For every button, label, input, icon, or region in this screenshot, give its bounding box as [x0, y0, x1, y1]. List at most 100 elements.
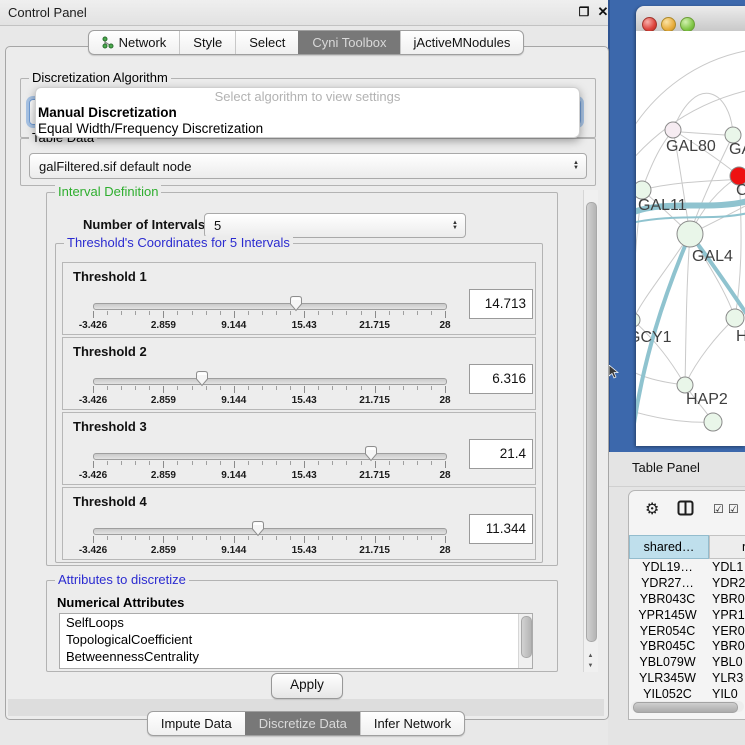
- algorithm-option-equal-width[interactable]: Equal Width/Frequency Discretization: [36, 121, 579, 137]
- threshold-panel-4: Threshold 4-3.4262.8599.14415.4321.71528…: [62, 487, 536, 560]
- tick-label: 15.43: [292, 320, 317, 331]
- threshold-label: Threshold 1: [73, 269, 147, 284]
- tab-jactivemnodules[interactable]: jActiveMNodules: [400, 31, 524, 54]
- table-row[interactable]: YBR043CYBR0: [629, 591, 745, 607]
- settings-scrollbar-thumb[interactable]: [586, 202, 597, 642]
- control-panel-titlebar: Control Panel ❐ ✕: [0, 0, 612, 26]
- network-node-gal4[interactable]: [677, 221, 703, 247]
- table-row[interactable]: YDR27…YDR2: [629, 575, 745, 591]
- network-edge[interactable]: [685, 318, 735, 385]
- table-cell: YBR0: [706, 591, 745, 607]
- apply-button[interactable]: Apply: [271, 673, 343, 699]
- algorithm-dropdown-popup: Select algorithm to view settings Manual…: [35, 87, 580, 138]
- tick-label: 15.43: [292, 470, 317, 481]
- table-panel-header: Table Panel: [608, 452, 745, 487]
- numerical-attributes-list[interactable]: SelfLoopsTopologicalCoefficientBetweenne…: [59, 613, 533, 669]
- tab-impute-data[interactable]: Impute Data: [148, 712, 245, 735]
- zoom-traffic-light-icon[interactable]: [680, 17, 695, 32]
- slider-track[interactable]: [93, 378, 447, 385]
- interval-definition-group: Interval Definition Number of Intervals …: [46, 192, 558, 566]
- network-node-h[interactable]: [726, 309, 744, 327]
- network-node-gcy1[interactable]: [636, 313, 640, 327]
- network-node-gal80[interactable]: [665, 122, 681, 138]
- network-edge[interactable]: [690, 234, 735, 318]
- tick-label: -3.426: [79, 470, 107, 481]
- threshold-value-field[interactable]: 21.4: [469, 439, 533, 469]
- table-row[interactable]: YLR345WYLR3: [629, 670, 745, 686]
- tick-label: 21.715: [359, 470, 390, 481]
- float-window-icon[interactable]: ❐: [576, 4, 592, 20]
- table-data-value: galFiltered.sif default node: [39, 154, 191, 178]
- tick-label: 9.144: [221, 470, 246, 481]
- table-cell: YBR045C: [629, 638, 706, 654]
- numerical-attributes-label: Numerical Attributes: [57, 595, 184, 610]
- attributes-scrollbar-thumb[interactable]: [521, 616, 532, 658]
- attribute-item[interactable]: TopologicalCoefficient: [60, 631, 532, 648]
- network-node-label: H: [736, 328, 745, 345]
- tab-infer-network[interactable]: Infer Network: [360, 712, 464, 735]
- tab-style[interactable]: Style: [179, 31, 235, 54]
- table-cell: YDR27…: [629, 575, 706, 591]
- settings-scrollbar[interactable]: ▲ ▼: [583, 190, 598, 672]
- column-header-shared-[interactable]: shared…: [629, 535, 709, 559]
- slider-track[interactable]: [93, 528, 447, 535]
- table-row[interactable]: YPR145WYPR1: [629, 607, 745, 623]
- gear-icon[interactable]: ⚙: [645, 499, 659, 518]
- checkbox-icon[interactable]: ☑: [713, 502, 724, 516]
- attributes-scrollbar[interactable]: [518, 614, 532, 668]
- thresholds-group: Threshold's Coordinates for 5 Intervals …: [55, 243, 543, 563]
- slider-thumb[interactable]: [288, 295, 304, 318]
- checkbox-icon[interactable]: ☑: [728, 502, 739, 516]
- network-view[interactable]: GAL80GACGAL11GAL4GCY1HHAP2: [636, 31, 745, 446]
- network-edge[interactable]: [685, 234, 690, 385]
- attribute-item[interactable]: SelfLoops: [60, 614, 532, 631]
- table-row[interactable]: YBL079WYBL0: [629, 654, 745, 670]
- table-cell: YER054C: [629, 623, 706, 639]
- tick-label: 21.715: [359, 545, 390, 556]
- thresholds-group-title: Threshold's Coordinates for 5 Intervals: [64, 236, 293, 250]
- slider-thumb[interactable]: [363, 445, 379, 468]
- column-layout-icon[interactable]: [677, 500, 694, 520]
- table-row[interactable]: YBR045CYBR0: [629, 638, 745, 654]
- table-row[interactable]: YDL19…YDL1: [629, 559, 745, 575]
- table-horizontal-scrollbar[interactable]: [631, 701, 744, 712]
- network-edge[interactable]: [673, 93, 733, 135]
- network-edge[interactable]: [681, 132, 725, 135]
- minimize-traffic-light-icon[interactable]: [661, 17, 676, 32]
- slider-track[interactable]: [93, 303, 447, 310]
- tab-label: Cyni Toolbox: [312, 34, 386, 51]
- threshold-panel-3: Threshold 3-3.4262.8599.14415.4321.71528…: [62, 412, 536, 485]
- tick-label: -3.426: [79, 320, 107, 331]
- threshold-value-field[interactable]: 14.713: [469, 289, 533, 319]
- scroll-down-icon[interactable]: ▼: [585, 661, 596, 671]
- table-cell: YIL0: [706, 686, 745, 699]
- tab-network[interactable]: Network: [89, 31, 180, 54]
- network-node-label: HAP2: [686, 391, 728, 408]
- network-window-titlebar[interactable]: [636, 6, 745, 32]
- tick-label: 2.859: [151, 470, 176, 481]
- table-row[interactable]: YER054CYER0: [629, 623, 745, 639]
- tab-label: Select: [249, 34, 285, 51]
- tab-label: jActiveMNodules: [414, 34, 511, 51]
- network-edge[interactable]: [636, 51, 745, 131]
- threshold-value-field[interactable]: 11.344: [469, 514, 533, 544]
- scroll-up-icon[interactable]: ▲: [585, 651, 596, 661]
- algorithm-option-manual[interactable]: Manual Discretization: [36, 105, 579, 121]
- table-row[interactable]: YIL052CYIL0: [629, 686, 745, 699]
- network-node[interactable]: [704, 413, 722, 431]
- network-edge[interactable]: [642, 179, 745, 190]
- table-data-combobox[interactable]: galFiltered.sif default node ▲▼: [29, 153, 587, 179]
- close-traffic-light-icon[interactable]: [642, 17, 657, 32]
- slider-thumb[interactable]: [250, 520, 266, 543]
- column-header-na[interactable]: na: [709, 535, 745, 559]
- slider-thumb[interactable]: [194, 370, 210, 393]
- tab-cyni-toolbox[interactable]: Cyni Toolbox: [298, 31, 399, 54]
- tab-discretize-data[interactable]: Discretize Data: [245, 712, 360, 735]
- table-horizontal-scrollbar-thumb[interactable]: [633, 702, 738, 713]
- threshold-value-field[interactable]: 6.316: [469, 364, 533, 394]
- attribute-item[interactable]: BetweennessCentrality: [60, 648, 532, 665]
- tab-select[interactable]: Select: [235, 31, 298, 54]
- network-edge[interactable]: [636, 411, 713, 422]
- slider-track[interactable]: [93, 453, 447, 460]
- tick-label: -3.426: [79, 395, 107, 406]
